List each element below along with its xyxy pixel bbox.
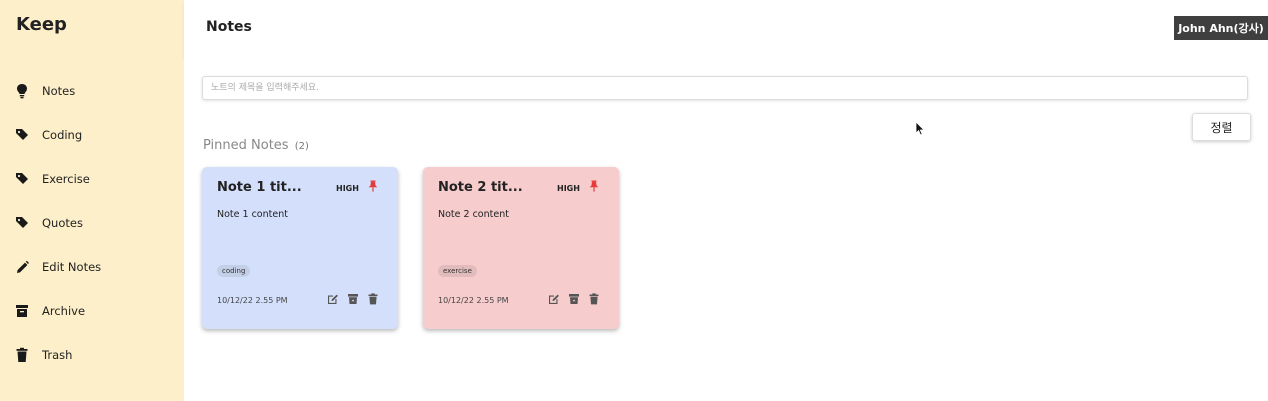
video-overlay-name: John Ahn(강사) (1174, 16, 1268, 40)
trash-icon (16, 347, 28, 362)
sidebar-item-exercise[interactable]: Exercise (0, 161, 184, 197)
tag-icon (16, 217, 28, 228)
tag-icon (16, 173, 28, 184)
lightbulb-icon (17, 84, 27, 99)
note-content: Note 2 content (438, 209, 509, 220)
pinned-notes-count: (2) (294, 141, 309, 152)
archive-icon[interactable] (347, 293, 359, 305)
edit-icon[interactable] (327, 293, 339, 305)
pinned-notes-title: Pinned Notes (203, 138, 289, 153)
sidebar-item-label: Exercise (42, 172, 90, 186)
note-priority-badge: HIGH (336, 184, 359, 193)
edit-icon[interactable] (548, 293, 560, 305)
pin-icon[interactable] (589, 180, 599, 192)
note-card[interactable]: Note 2 tit... HIGH Note 2 content exerci… (423, 167, 619, 329)
page-title: Notes (206, 19, 252, 35)
note-card[interactable]: Note 1 tit... HIGH Note 1 content coding… (202, 167, 398, 329)
note-date: 10/12/22 2.55 PM (217, 296, 288, 305)
note-title: Note 2 tit... (438, 180, 523, 195)
sidebar-item-label: Edit Notes (42, 260, 102, 274)
note-tag[interactable]: coding (217, 265, 251, 277)
trash-icon[interactable] (367, 293, 379, 305)
sidebar-item-label: Trash (42, 348, 73, 362)
header: Notes (184, 0, 1268, 58)
sidebar-item-trash[interactable]: Trash (0, 337, 184, 373)
sidebar-item-label: Archive (42, 304, 86, 318)
note-title: Note 1 tit... (217, 180, 302, 195)
main-content: 정렬 Pinned Notes (2) Note 1 tit... HIGH N… (184, 58, 1268, 401)
sort-button[interactable]: 정렬 (1192, 113, 1251, 141)
pin-icon[interactable] (368, 180, 378, 192)
sidebar-item-quotes[interactable]: Quotes (0, 205, 184, 241)
sidebar-item-archive[interactable]: Archive (0, 293, 184, 329)
mouse-cursor-icon (915, 121, 925, 136)
sidebar-item-notes[interactable]: Notes (0, 73, 184, 109)
sidebar-item-label: Quotes (42, 216, 83, 230)
sidebar-item-label: Coding (42, 128, 83, 142)
archive-icon[interactable] (568, 293, 580, 305)
archive-icon (16, 305, 28, 317)
tag-icon (16, 129, 28, 140)
pinned-notes-heading: Pinned Notes (2) (203, 138, 309, 153)
sidebar: Keep Notes Coding Exercise Quotes Edit N… (0, 0, 184, 401)
note-content: Note 1 content (217, 209, 288, 220)
search-input[interactable] (202, 76, 1248, 100)
trash-icon[interactable] (588, 293, 600, 305)
sidebar-item-label: Notes (42, 84, 76, 98)
sidebar-item-edit-notes[interactable]: Edit Notes (0, 249, 184, 285)
sidebar-item-coding[interactable]: Coding (0, 117, 184, 153)
app-logo: Keep (16, 14, 67, 35)
note-date: 10/12/22 2.55 PM (438, 296, 509, 305)
note-tag[interactable]: exercise (438, 265, 477, 277)
note-priority-badge: HIGH (557, 184, 580, 193)
pencil-icon (17, 260, 29, 273)
